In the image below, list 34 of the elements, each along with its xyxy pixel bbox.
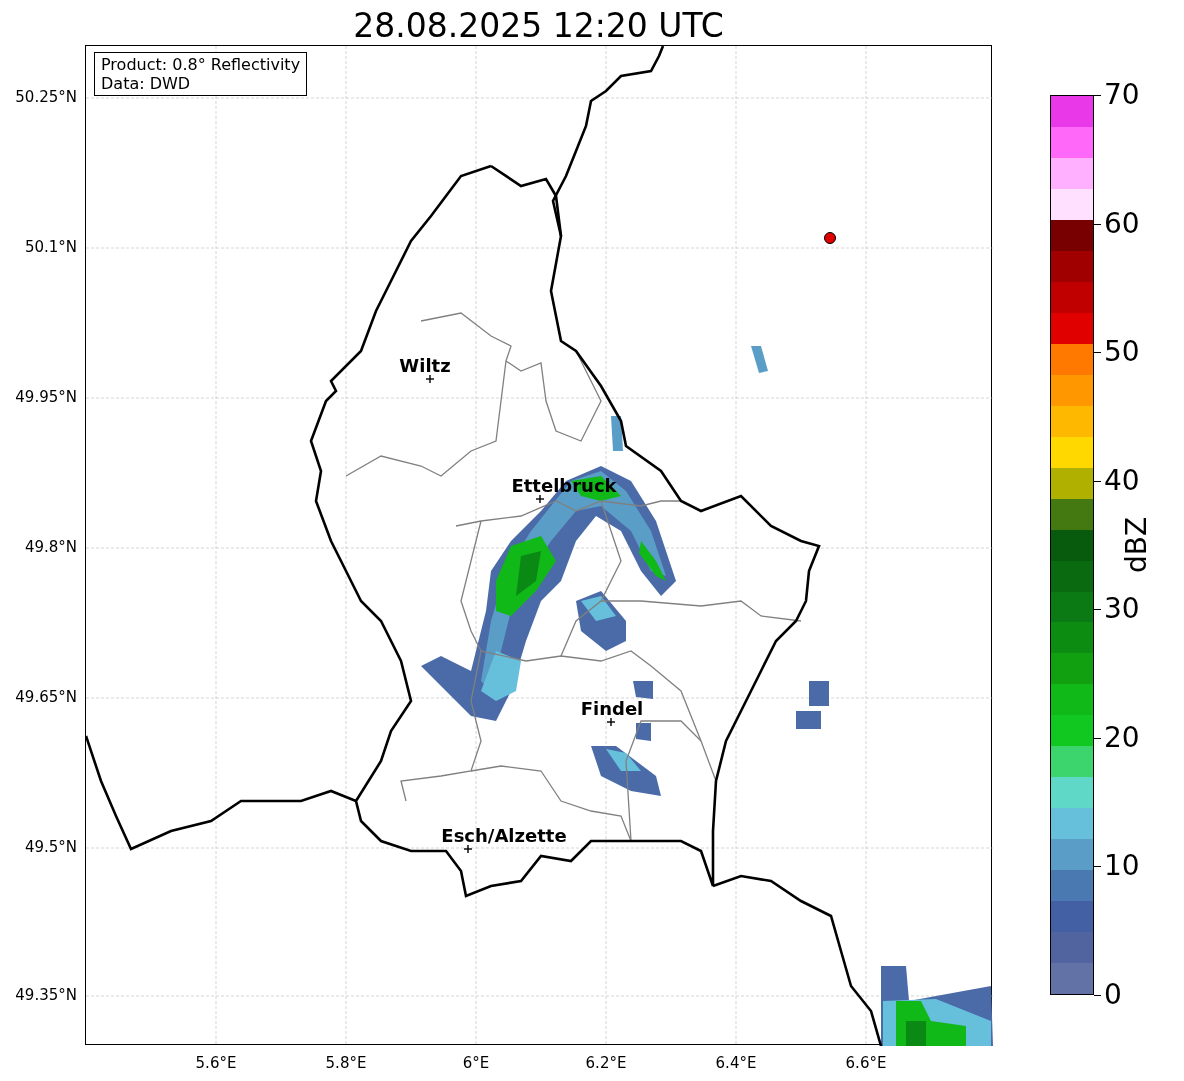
city-label: Wiltz: [399, 357, 451, 375]
colorbar-tick-label: 50: [1104, 337, 1140, 368]
info-text: Product: 0.8° Reflectivity: [101, 55, 301, 74]
longitude-label: 5.8°E: [325, 1054, 367, 1072]
colorbar-tick-label: 40: [1104, 465, 1140, 496]
city-marker-icon: [463, 844, 473, 854]
colorbar-label: dBZ: [1119, 516, 1153, 574]
station-dot-icon: [824, 232, 836, 244]
latitude-label: 49.5°N: [24, 838, 77, 856]
city-marker-icon: [535, 494, 545, 504]
colorbar-tick-label: 10: [1104, 851, 1140, 882]
colorbar-tick-label: 20: [1104, 722, 1140, 753]
city-label: Esch/Alzette: [441, 827, 567, 845]
colorbar-tick-label: 60: [1104, 208, 1140, 239]
colorbar-tick-label: 70: [1104, 80, 1140, 110]
longitude-label: 6.2°E: [585, 1054, 627, 1072]
city-marker-icon: [606, 717, 616, 727]
colorbar-tick-label: 0: [1104, 980, 1122, 1010]
colorbar-tick-label: 30: [1104, 594, 1140, 625]
longitude-label: 6.4°E: [715, 1054, 757, 1072]
latitude-label: 49.65°N: [15, 688, 77, 706]
longitude-label: 6.6°E: [845, 1054, 887, 1072]
latitude-label: 49.8°N: [24, 538, 77, 556]
latitude-label: 50.25°N: [15, 88, 77, 106]
latitude-label: 49.95°N: [15, 388, 77, 406]
city-label: Findel: [580, 700, 644, 718]
chart-title: 28.08.2025 12:20 UTC: [352, 5, 725, 45]
latitude-label: 50.1°N: [24, 238, 77, 256]
info-text: Data: DWD: [101, 74, 192, 93]
longitude-label: 6°E: [462, 1054, 490, 1072]
latitude-label: 49.35°N: [15, 986, 77, 1004]
longitude-label: 5.6°E: [195, 1054, 237, 1072]
city-marker-icon: [425, 374, 435, 384]
city-label: Ettelbruck: [511, 477, 617, 495]
